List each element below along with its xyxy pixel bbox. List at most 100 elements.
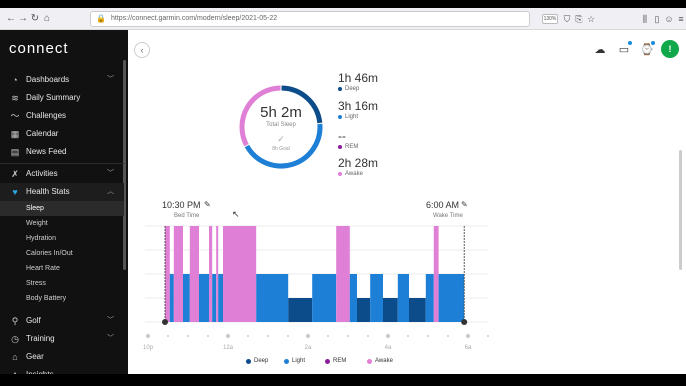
bed-time-marker-handle[interactable] — [162, 319, 168, 325]
tick-dot — [347, 335, 349, 337]
tick-dot — [385, 333, 391, 339]
gauge-icon: ◔ — [12, 75, 18, 85]
sleep-segment-light[interactable] — [183, 274, 190, 322]
sleep-segment-awake[interactable] — [189, 226, 199, 322]
challenge-icon: 〜 — [10, 111, 20, 121]
menu-icon[interactable]: ≡ — [676, 13, 686, 25]
legend-label: Light — [292, 358, 306, 364]
sidebar-subitem-hydration[interactable]: Hydration — [0, 231, 124, 246]
tick-dot — [267, 335, 269, 337]
legend-swatch — [325, 359, 330, 364]
tick-dot — [487, 335, 489, 337]
sidebar-subitem-body-battery[interactable]: Body Battery — [0, 291, 124, 306]
sleep-stages-chart: 10p 12a 2a 4a 6a — [143, 225, 489, 351]
sleep-segment-awake[interactable] — [433, 226, 439, 322]
sidebar-item-training[interactable]: ◷ Training ﹀ — [0, 330, 124, 348]
tick-dot — [287, 335, 289, 337]
sleep-segment-awake[interactable] — [216, 226, 219, 322]
sleep-segment-deep[interactable] — [357, 298, 371, 322]
shield-icon[interactable]: ⛉ — [562, 13, 572, 25]
back-arrow-icon[interactable]: ← — [5, 13, 17, 25]
tick-dot — [465, 333, 471, 339]
sleep-segment-light[interactable] — [349, 274, 357, 322]
sidebar-subitem-sleep[interactable]: Sleep — [0, 201, 124, 216]
sleep-segment-light[interactable] — [218, 274, 223, 322]
main-content: ‹ ☁ ▭ ⌚ ! 5h 2m Total Sleep ✓ 8h Goal 1h… — [128, 30, 686, 374]
sleep-segment-light[interactable] — [370, 274, 383, 322]
connect-logo[interactable]: connect — [9, 40, 69, 57]
sidebar-item-calendar[interactable]: ▦ Calendar — [0, 125, 124, 143]
shoe-icon: ⌂ — [12, 352, 18, 362]
sleep-segment-light[interactable] — [438, 274, 465, 322]
sidebar-item-daily-summary[interactable]: ≋ Daily Summary — [0, 89, 124, 107]
account-icon[interactable]: ☺ — [664, 13, 674, 25]
tick-dot — [447, 335, 449, 337]
screenshot-icon[interactable]: ⎘ — [574, 13, 584, 25]
x-tick-label: 4a — [385, 345, 392, 351]
sidebar-item-challenges[interactable]: 〜 Challenges — [0, 107, 124, 125]
tick-dot — [207, 335, 209, 337]
sidebar-item-label: Daily Summary — [26, 93, 81, 102]
address-bar[interactable]: 🔒 https://connect.garmin.com/modern/slee… — [90, 11, 530, 27]
legend-label: REM — [333, 358, 347, 364]
sleep-segment-light[interactable] — [397, 274, 409, 322]
bookmark-star-icon[interactable]: ☆ — [586, 13, 596, 25]
sidebar-subitem-weight[interactable]: Weight — [0, 216, 124, 231]
wake-time-marker-handle[interactable] — [461, 319, 468, 325]
legend-item-light: Light — [284, 358, 305, 364]
sleep-segment-deep[interactable] — [288, 298, 313, 322]
tick-dot — [327, 335, 329, 337]
sleep-segment-light[interactable] — [199, 274, 209, 322]
sleep-segment-deep[interactable] — [383, 298, 398, 322]
sleep-segment-light[interactable] — [169, 274, 174, 322]
chevron-down-icon: ﹀ — [107, 317, 114, 324]
legend-label: Deep — [254, 358, 269, 364]
legend-label: Awake — [375, 358, 393, 364]
sidebar-item-gear[interactable]: ⌂ Gear — [0, 348, 124, 366]
home-icon[interactable]: ⌂ — [41, 13, 53, 25]
sidebar-subitem-heart-rate[interactable]: Heart Rate — [0, 261, 124, 276]
forward-arrow-icon[interactable]: → — [17, 13, 29, 25]
chevron-down-icon: ﹀ — [107, 335, 114, 342]
sidebar-item-news-feed[interactable]: ▤ News Feed — [0, 143, 124, 161]
sidebar: connect ◔ Dashboards ﹀ ≋ Daily Summary 〜 Chall… — [0, 30, 128, 374]
sleep-segment-awake[interactable] — [336, 226, 350, 322]
sleep-segment-awake[interactable] — [209, 226, 213, 322]
sidebar-item-label: Gear — [26, 352, 44, 361]
sleep-segment-light[interactable] — [312, 274, 337, 322]
sidebar-item-health-stats[interactable]: ♥ Health Stats ︿ — [0, 183, 124, 201]
x-tick-label: 6a — [465, 345, 472, 351]
sleep-segment-deep[interactable] — [409, 298, 426, 322]
legend-item-deep: Deep — [246, 358, 268, 364]
sidebar-subitem-stress[interactable]: Stress — [0, 276, 124, 291]
lock-icon: 🔒 — [96, 14, 106, 23]
reload-icon[interactable]: ↻ — [29, 13, 41, 25]
zoom-level[interactable]: 130% — [542, 14, 558, 24]
calendar-icon: ▦ — [10, 129, 20, 139]
sleep-segment-awake[interactable] — [223, 226, 257, 322]
library-icon[interactable]: ⫼ — [640, 13, 650, 25]
sleep-segment-light[interactable] — [256, 274, 289, 322]
sidebar-item-label: Insights — [26, 370, 54, 374]
tick-dot — [427, 335, 429, 337]
sidebar-item-insights[interactable]: ✦ Insights — [0, 366, 124, 374]
x-tick-label: 2a — [305, 345, 312, 351]
sidebar-toggle-icon[interactable]: ▯ — [652, 13, 662, 25]
sidebar-item-label: News Feed — [26, 147, 67, 156]
sleep-segment-awake[interactable] — [165, 226, 170, 322]
tick-dot — [225, 333, 231, 339]
browser-toolbar: ← → ↻ ⌂ 🔒 https://connect.garmin.com/mod… — [0, 8, 686, 30]
sidebar-item-dashboards[interactable]: ◔ Dashboards ﹀ — [0, 71, 124, 89]
tick-dot — [167, 335, 169, 337]
sidebar-item-label: Golf — [26, 316, 41, 325]
tick-dot — [305, 333, 311, 339]
sleep-segment-light[interactable] — [212, 274, 217, 322]
newsfeed-icon: ▤ — [10, 147, 20, 157]
sidebar-item-label: Calendar — [26, 129, 59, 138]
sidebar-item-golf[interactable]: ⚲ Golf ﹀ — [0, 312, 124, 330]
legend-item-rem: REM — [325, 358, 346, 364]
sleep-segment-light[interactable] — [425, 274, 434, 322]
sidebar-item-activities[interactable]: ✗ Activities ﹀ — [0, 165, 124, 183]
sidebar-subitem-calories-in-out[interactable]: Calories In/Out — [0, 246, 124, 261]
sleep-segment-awake[interactable] — [173, 226, 183, 322]
